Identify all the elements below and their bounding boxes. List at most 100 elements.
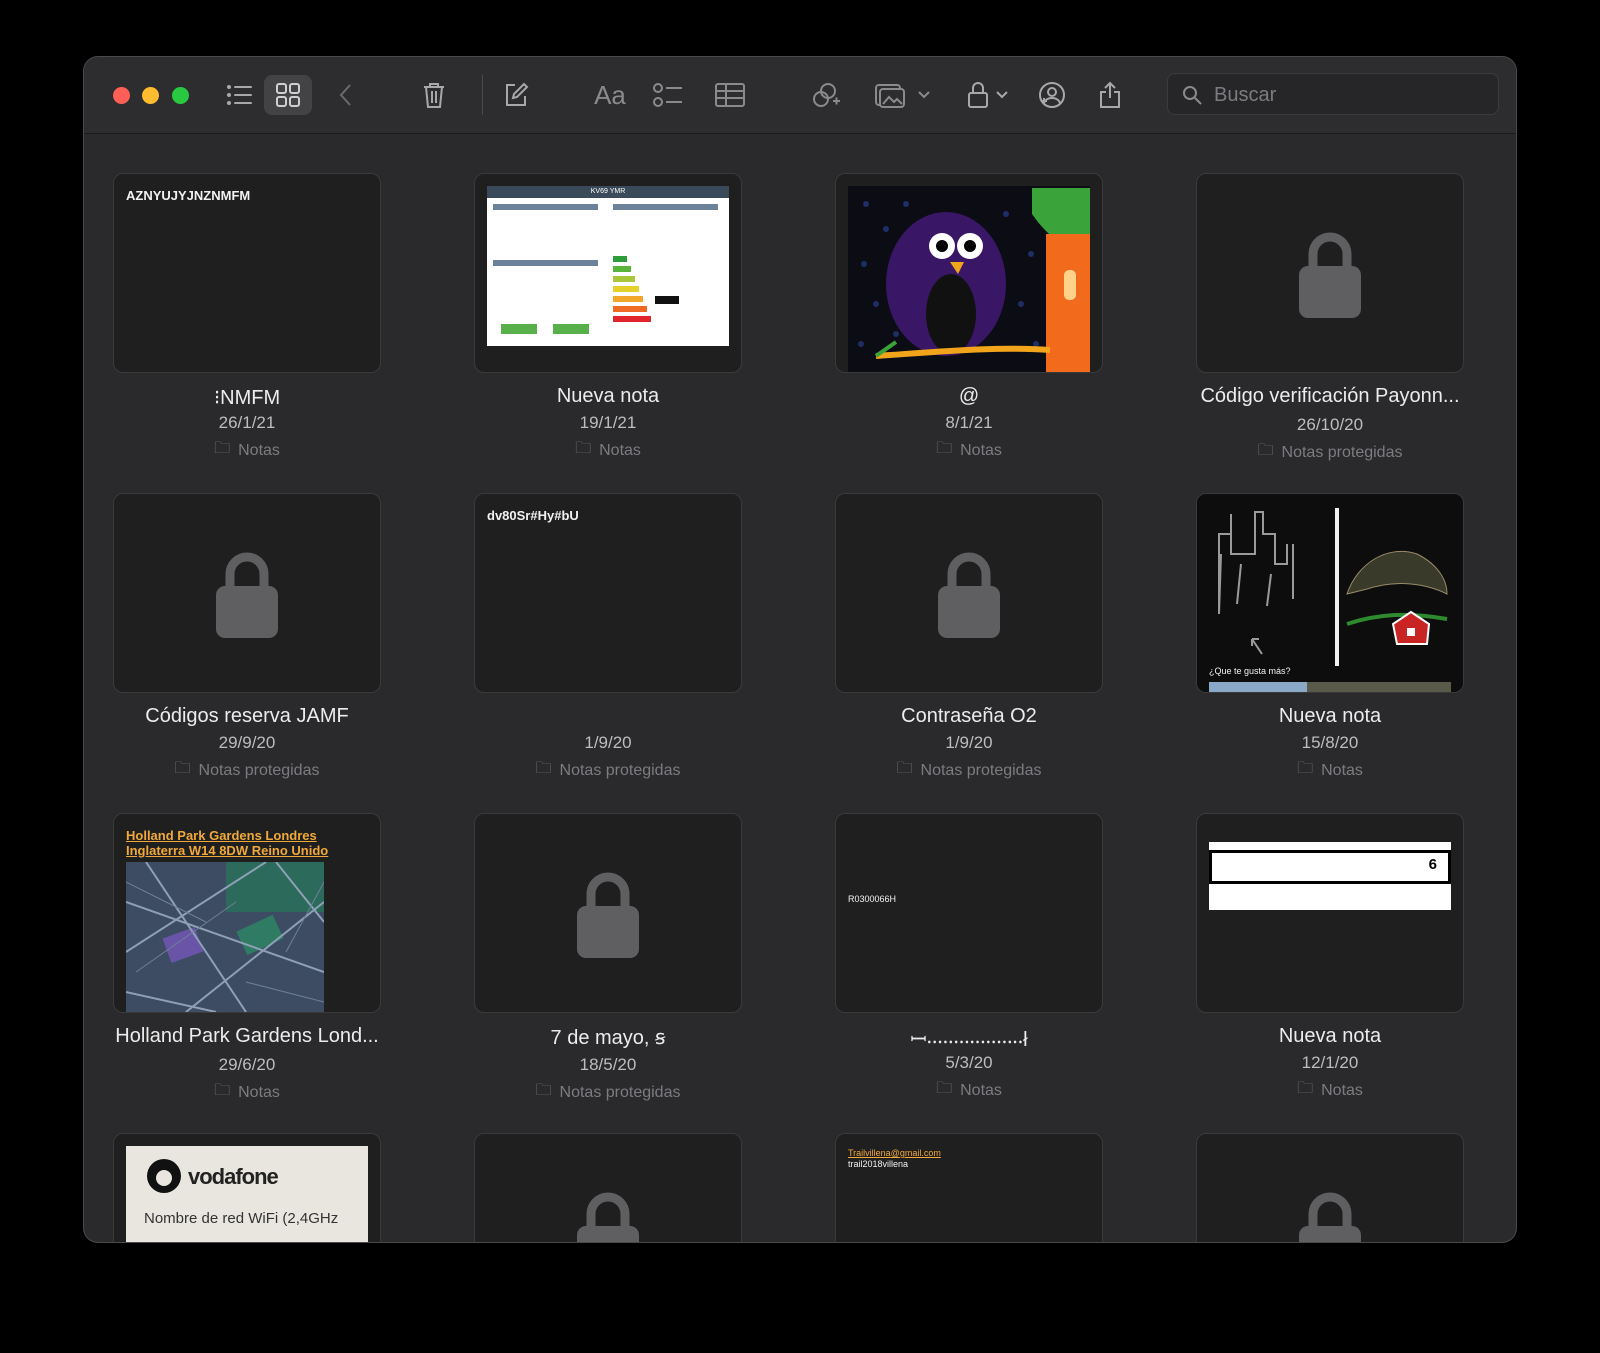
note-snippet: ¿Que te gusta más?	[1209, 666, 1291, 676]
note-snippet: AZNYUJYJNZNMFM	[126, 188, 251, 203]
prev-row-folder: Notas	[108, 134, 378, 144]
locked-note-icon	[1299, 1192, 1361, 1242]
notes-gallery: Notas Notas Notas Notas AZNYUJYJNZNMFM ⁝…	[84, 134, 1516, 1242]
chevron-down-icon	[996, 91, 1008, 99]
table-button[interactable]	[712, 75, 748, 115]
note-date: 26/1/21	[218, 413, 276, 432]
note-title: 7 de mayo, ꞩ	[550, 1027, 666, 1049]
note-title: ⁝NMFM	[213, 387, 281, 409]
minimize-window-button[interactable]	[142, 87, 159, 104]
note-folder: 🗀 Notas protegidas	[113, 757, 381, 784]
note-title: Código verificación Payonn...	[1200, 385, 1460, 407]
prev-row-folder: Notas	[830, 134, 1100, 144]
folder-icon: 🗀	[575, 440, 592, 457]
note-date: 18/5/20	[579, 1055, 637, 1074]
note-date: 12/1/20	[1301, 1053, 1359, 1072]
list-view-button[interactable]	[220, 75, 258, 115]
note-snippet: dv80Sr#Hy#bU	[487, 508, 579, 523]
note-title: Holland Park Gardens Lond...	[115, 1025, 379, 1047]
note-thumbnail: R0300066H	[835, 813, 1103, 1013]
note-folder: 🗀 Notas protegidas	[474, 757, 742, 784]
media-button[interactable]	[870, 75, 936, 115]
new-note-button[interactable]	[498, 75, 534, 115]
locked-note-icon	[938, 552, 1000, 638]
note-thumbnail	[474, 1133, 742, 1242]
close-window-button[interactable]	[113, 87, 130, 104]
folder-icon: 🗀	[1297, 760, 1314, 777]
locked-note-icon	[577, 1192, 639, 1242]
note-title: ꟷ⸳⸳⸳⸳⸳⸳⸳⸳⸳⸳⸳⸳⸳⸳⸳⸳⸳⸳ł	[910, 1029, 1028, 1051]
note-thumbnail: KV69 YMR	[474, 173, 742, 373]
grid-icon	[276, 83, 300, 107]
checklist-button[interactable]	[650, 75, 686, 115]
collaborate-button[interactable]	[1034, 75, 1070, 115]
note-folder: 🗀 Notas protegidas	[474, 1079, 742, 1106]
note-folder: 🗀 Notas	[474, 437, 742, 464]
back-button[interactable]	[330, 75, 360, 115]
note-date: 1/9/20	[945, 733, 993, 752]
person-add-icon	[1039, 82, 1065, 108]
vodafone-photo-image: vodafone Nombre de red WiFi (2,4GHz	[126, 1146, 368, 1242]
locked-note-icon	[577, 872, 639, 958]
note-date: 15/8/20	[1301, 733, 1359, 752]
vehicle-report-image: KV69 YMR	[487, 186, 729, 346]
note-title: Nueva nota	[1278, 705, 1382, 727]
note-date: 5/3/20	[945, 1053, 993, 1072]
note-folder: 🗀 Notas protegidas	[835, 757, 1103, 784]
note-date: 29/9/20	[218, 733, 276, 752]
prev-row-folder: Notas	[1191, 134, 1461, 144]
sketch-drawing-image	[1197, 494, 1463, 692]
delete-button[interactable]	[416, 75, 452, 115]
note-thumbnail: AZNYUJYJNZNMFM	[113, 173, 381, 373]
note-title: Nueva nota	[1278, 1025, 1382, 1047]
note-thumbnail	[835, 493, 1103, 693]
link-add-icon	[813, 83, 840, 107]
folder-icon: 🗀	[936, 1080, 953, 1097]
note-snippet: trail2018villena	[848, 1159, 909, 1169]
note-folder: 🗀 Notas protegidas	[1196, 439, 1464, 466]
lock-button[interactable]	[962, 75, 1014, 115]
chevron-down-icon	[918, 91, 930, 99]
search-input[interactable]	[1212, 80, 1486, 110]
note-date: 1/9/20	[584, 733, 632, 752]
photo-icon	[875, 84, 905, 108]
locked-note-icon	[216, 552, 278, 638]
share-icon	[1100, 81, 1120, 108]
note-title: @	[958, 385, 980, 407]
note-snippet: Holland Park Gardens Londres Inglaterra …	[126, 828, 329, 858]
prev-row-folder: Notas	[469, 134, 739, 144]
note-thumbnail: ¿Que te gusta más?	[1196, 493, 1464, 693]
share-button[interactable]	[1092, 75, 1128, 115]
locked-note-icon	[1299, 232, 1361, 318]
note-folder: 🗀 Notas	[1196, 757, 1464, 784]
search-icon	[1183, 86, 1202, 105]
note-thumbnail: Holland Park Gardens Londres Inglaterra …	[113, 813, 381, 1013]
search-field[interactable]	[1167, 73, 1499, 115]
folder-icon: 🗀	[214, 1082, 231, 1099]
notes-window: Aa Notas Notas Nota	[84, 57, 1516, 1242]
format-button[interactable]: Aa	[588, 75, 632, 115]
note-thumbnail	[835, 173, 1103, 373]
note-date: 29/6/20	[218, 1055, 276, 1074]
note-thumbnail	[113, 493, 381, 693]
note-folder: 🗀 Notas	[835, 437, 1103, 464]
toolbar: Aa	[84, 57, 1516, 134]
lock-icon	[968, 82, 988, 108]
zoom-window-button[interactable]	[172, 87, 189, 104]
trash-icon	[424, 83, 444, 108]
note-thumbnail: vodafone Nombre de red WiFi (2,4GHz	[113, 1133, 381, 1242]
note-date: 26/10/20	[1296, 415, 1364, 434]
note-folder: 🗀 Notas	[113, 1079, 381, 1106]
folder-icon: 🗀	[174, 760, 191, 777]
note-snippet: R0300066H	[848, 894, 897, 904]
folder-icon: 🗀	[214, 440, 231, 457]
note-snippet: Trailvillena@gmail.com	[848, 1148, 941, 1158]
gallery-view-button[interactable]	[264, 75, 312, 115]
note-folder: 🗀 Notas	[1196, 1077, 1464, 1104]
note-thumbnail: dv80Sr#Hy#bU	[474, 493, 742, 693]
folder-icon: 🗀	[535, 760, 552, 777]
note-date: 19/1/21	[579, 413, 637, 432]
note-title: Contraseña O2	[901, 705, 1037, 727]
compose-icon	[506, 82, 529, 106]
share-collaborate-button[interactable]	[808, 75, 844, 115]
